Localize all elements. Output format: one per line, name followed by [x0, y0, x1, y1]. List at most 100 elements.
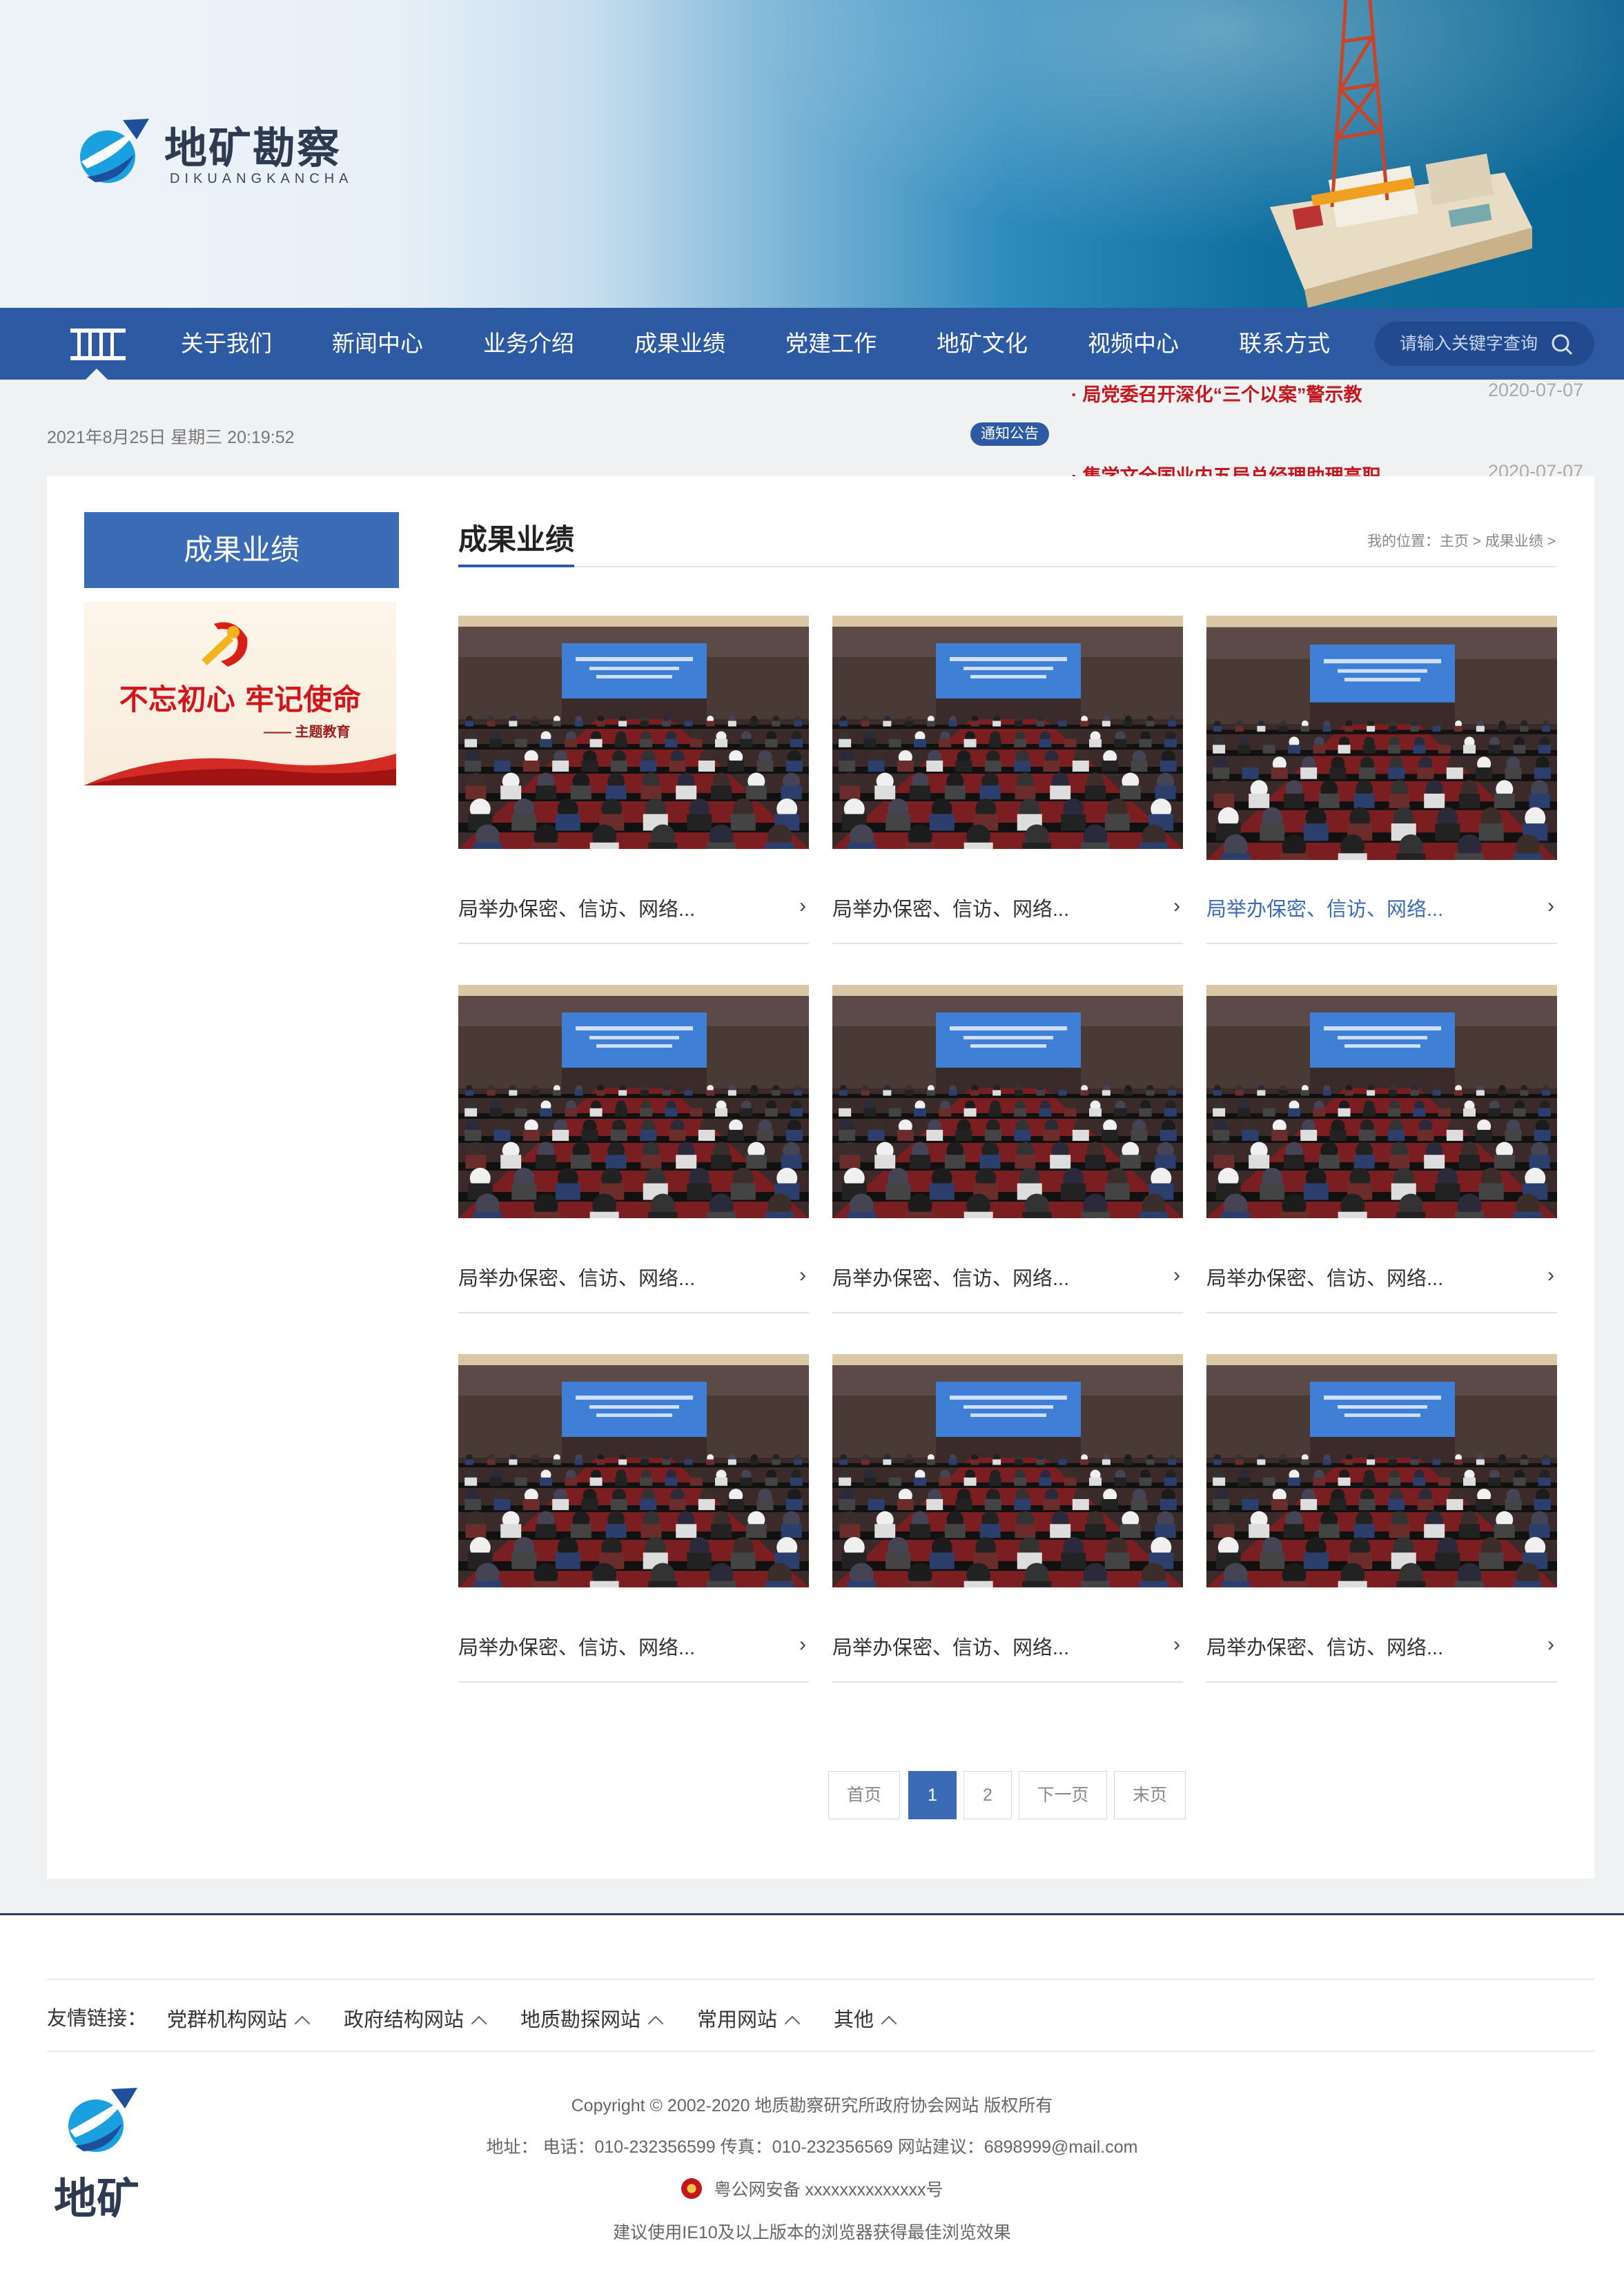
- card-title[interactable]: 局举办保密、信访、网络...: [1206, 1632, 1443, 1661]
- pager-last[interactable]: 末页: [1114, 1771, 1186, 1819]
- party-education-banner[interactable]: 不忘初心 牢记使命 —— 主题教育: [84, 602, 396, 785]
- sidebar-heading[interactable]: 成果业绩: [84, 512, 399, 588]
- chevron-right-icon[interactable]: ›: [799, 894, 806, 918]
- home-icon[interactable]: [69, 326, 127, 366]
- card-image[interactable]: [1206, 985, 1557, 1218]
- link-label: 其他: [834, 2009, 874, 2031]
- card-image[interactable]: [832, 985, 1183, 1218]
- meeting-photo: [458, 616, 809, 849]
- chevron-right-icon[interactable]: ›: [1173, 1633, 1180, 1656]
- site-logo[interactable]: 地矿勘察 DIKUANGKANCHA: [75, 110, 351, 193]
- card-image[interactable]: [458, 616, 809, 849]
- link-label: 地质勘探网站: [520, 2009, 641, 2031]
- meeting-photo: [1206, 616, 1557, 860]
- meeting-photo: [832, 985, 1183, 1218]
- link-label: 常用网站: [697, 2009, 778, 2031]
- achievement-card[interactable]: 局举办保密、信访、网络... ›: [458, 985, 809, 1316]
- chevron-right-icon[interactable]: ›: [1547, 1633, 1554, 1656]
- link-label: 政府结构网站: [344, 2009, 464, 2031]
- card-image[interactable]: [1206, 1354, 1557, 1587]
- meeting-photo: [1206, 1354, 1557, 1587]
- achievement-card[interactable]: 局举办保密、信访、网络... ›: [458, 1354, 809, 1685]
- nav-item-achievements[interactable]: 成果业绩: [634, 308, 725, 380]
- card-title[interactable]: 局举办保密、信访、网络...: [458, 1262, 695, 1291]
- copyright-text: Copyright © 2002-2020 地质勘察研究所政府协会网站 版权所有: [571, 2096, 1053, 2115]
- nav-item-party[interactable]: 党建工作: [785, 308, 877, 380]
- breadcrumb[interactable]: 我的位置：主页 > 成果业绩 >: [1367, 530, 1556, 551]
- oil-rig-illustration: [1270, 0, 1532, 308]
- nav-item-video[interactable]: 视频中心: [1088, 308, 1179, 380]
- notice-item[interactable]: · 集学文全国业内五局总经理助理高职: [1071, 461, 1381, 476]
- nav-item-news[interactable]: 新闻中心: [332, 308, 423, 380]
- nav-item-contact[interactable]: 联系方式: [1239, 308, 1330, 380]
- achievement-card[interactable]: 局举办保密、信访、网络... ›: [832, 1354, 1183, 1685]
- chevron-right-icon[interactable]: ›: [1173, 894, 1180, 918]
- card-divider: [458, 1681, 809, 1683]
- contact-text: 地址： 电话：010-232356599 传真：010-232356569 网站…: [486, 2137, 1138, 2157]
- logo-subtitle: DIKUANGKANCHA: [170, 171, 353, 186]
- card-title[interactable]: 局举办保密、信访、网络...: [458, 893, 695, 922]
- card-image[interactable]: [1206, 616, 1557, 860]
- nav-item-culture[interactable]: 地矿文化: [937, 308, 1028, 380]
- link-other[interactable]: 其他: [834, 2004, 897, 2033]
- achievement-card[interactable]: 局举办保密、信访、网络... ›: [832, 985, 1183, 1316]
- nav-item-about[interactable]: 关于我们: [181, 308, 272, 380]
- pager-next[interactable]: 下一页: [1019, 1771, 1107, 1819]
- card-title[interactable]: 局举办保密、信访、网络...: [832, 1632, 1069, 1661]
- card-image[interactable]: [458, 985, 809, 1218]
- link-party-org[interactable]: 党群机构网站: [167, 2004, 311, 2033]
- card-divider: [832, 943, 1183, 944]
- pager-page-2[interactable]: 2: [963, 1771, 1012, 1819]
- title-divider: [458, 566, 1556, 567]
- chevron-right-icon[interactable]: ›: [1547, 1264, 1554, 1287]
- card-divider: [458, 1312, 809, 1313]
- achievement-card[interactable]: 局举办保密、信访、网络... ›: [1206, 1354, 1557, 1685]
- card-image[interactable]: [458, 1354, 809, 1587]
- card-title[interactable]: 局举办保密、信访、网络...: [832, 1262, 1069, 1291]
- meeting-photo: [832, 1354, 1183, 1587]
- card-title[interactable]: 局举办保密、信访、网络...: [1206, 893, 1443, 922]
- achievement-card[interactable]: 局举办保密、信访、网络... ›: [458, 616, 809, 947]
- card-title[interactable]: 局举办保密、信访、网络...: [832, 893, 1069, 922]
- pager-first[interactable]: 首页: [828, 1771, 900, 1819]
- card-divider: [458, 943, 809, 944]
- chevron-up-icon: [294, 2015, 311, 2032]
- card-image[interactable]: [832, 1354, 1183, 1587]
- chevron-right-icon[interactable]: ›: [799, 1264, 806, 1287]
- notice-date: 2020-07-07: [1488, 380, 1584, 400]
- achievement-card[interactable]: 局举办保密、信访、网络... ›: [1206, 985, 1557, 1316]
- link-gov-org[interactable]: 政府结构网站: [344, 2004, 487, 2033]
- card-image[interactable]: [832, 616, 1183, 849]
- beian-text[interactable]: 粤公网安备 xxxxxxxxxxxxxx号: [714, 2180, 943, 2200]
- notice-badge[interactable]: 通知公告: [970, 422, 1049, 446]
- chevron-up-icon: [647, 2015, 664, 2032]
- achievement-card[interactable]: 局举办保密、信访、网络... ›: [1206, 616, 1557, 947]
- beian-row: 粤公网安备 xxxxxxxxxxxxxx号: [0, 2176, 1624, 2201]
- chevron-right-icon[interactable]: ›: [1173, 1264, 1180, 1287]
- banner-slogan: 不忘初心 牢记使命: [119, 683, 362, 716]
- chevron-right-icon[interactable]: ›: [1547, 894, 1554, 918]
- link-geo-survey[interactable]: 地质勘探网站: [520, 2004, 664, 2033]
- chevron-right-icon[interactable]: ›: [799, 1633, 806, 1656]
- friend-links-label: 友情链接：: [47, 2008, 148, 2030]
- card-divider: [1206, 943, 1557, 944]
- pager-page-1[interactable]: 1: [908, 1771, 957, 1819]
- card-divider: [832, 1681, 1183, 1683]
- card-divider: [1206, 1681, 1557, 1683]
- search-input[interactable]: [1400, 322, 1558, 366]
- links-divider: [47, 1979, 1594, 1980]
- party-emblem-icon: [202, 622, 248, 667]
- search-icon[interactable]: [1550, 333, 1574, 356]
- card-title[interactable]: 局举办保密、信访、网络...: [458, 1632, 695, 1661]
- card-title[interactable]: 局举办保密、信访、网络...: [1206, 1262, 1443, 1291]
- footer: 友情链接： 党群机构网站 政府结构网站 地质勘探网站 常用网站 其他 地矿 Co…: [0, 1913, 1624, 2270]
- nav-item-business[interactable]: 业务介绍: [483, 308, 574, 380]
- notice-item[interactable]: · 局党委召开深化“三个以案”警示教: [1071, 380, 1362, 407]
- link-common[interactable]: 常用网站: [697, 2004, 801, 2033]
- achievement-card[interactable]: 局举办保密、信访、网络... ›: [832, 616, 1183, 947]
- nav-active-caret: [86, 369, 108, 380]
- search-box: [1375, 322, 1594, 366]
- notice-date: 2020-07-07: [1488, 461, 1584, 476]
- links-divider: [47, 2051, 1594, 2052]
- current-datetime: 2021年8月25日 星期三 20:19:52: [47, 428, 295, 447]
